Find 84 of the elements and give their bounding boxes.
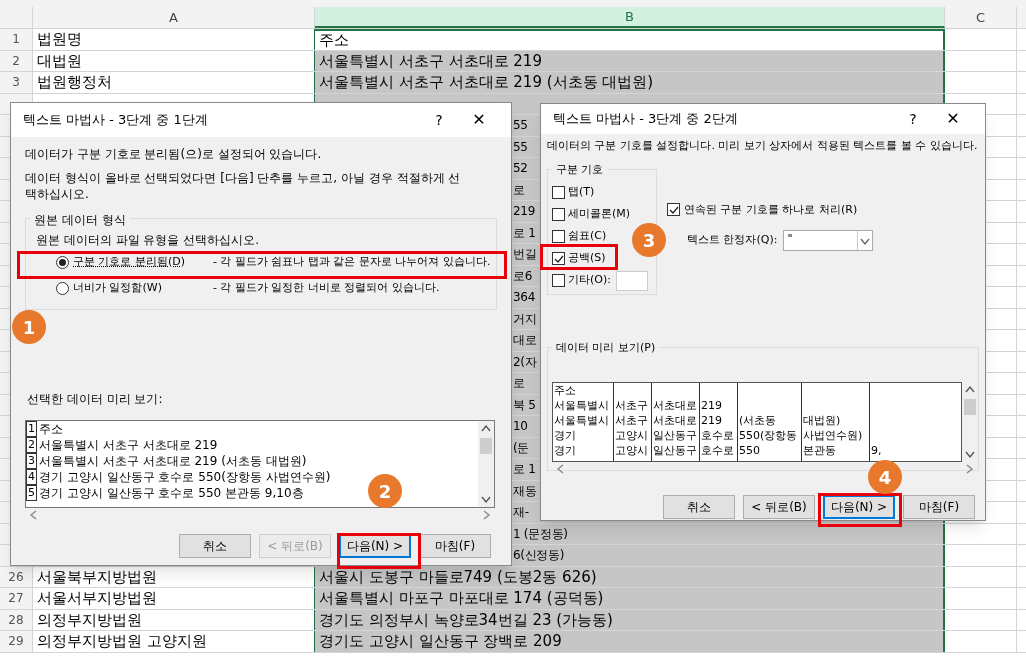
- preview-cell: 서초구: [615, 413, 648, 427]
- scrollbar-thumb[interactable]: [480, 438, 492, 454]
- preview-cell: 본관동: [803, 443, 836, 457]
- preview-cell: 서초대로: [653, 413, 697, 427]
- qualifier-dropdown[interactable]: ": [783, 230, 874, 251]
- preview-cell: 일산동구: [653, 443, 697, 457]
- checkmark-icon: [553, 253, 564, 264]
- table-cell: 경기도 고양시 일산동구 장백로 209: [315, 631, 945, 652]
- table-cell: 주소: [315, 29, 945, 50]
- line-number: 3: [26, 453, 37, 469]
- column-header[interactable]: C: [945, 7, 1017, 28]
- dialog-button[interactable]: < 뒤로(B): [743, 494, 815, 519]
- table-cell: 서울특별시 서초구 서초대로 219 (서초동 대법원): [315, 72, 945, 93]
- checkbox[interactable]: [552, 186, 565, 199]
- preview-cell: 주소: [554, 383, 576, 397]
- checkbox-label[interactable]: 연속된 구분 기호를 하나로 처리(R): [684, 201, 858, 218]
- preview-cell: 고양시: [615, 443, 648, 457]
- row-header[interactable]: 27: [0, 588, 33, 609]
- preview-cell: 9,: [871, 443, 882, 457]
- dialog-button[interactable]: 마침(F): [419, 534, 491, 558]
- preview-cell: 대법원): [803, 413, 841, 427]
- checkbox-label[interactable]: 세미콜론(M): [568, 206, 631, 223]
- preview-line: 서울특별시 서초구 서초대로 219 (서초동 대법원): [39, 453, 307, 469]
- line-number: 1: [26, 421, 37, 437]
- table-cell: 서울특별시 마포구 마포대로 174 (공덕동): [315, 588, 945, 609]
- row-header[interactable]: 3: [0, 72, 33, 93]
- window-title: 텍스트 마법사 - 3단계 중 1단계: [23, 111, 209, 130]
- dialog-button[interactable]: 마침(F): [903, 494, 975, 519]
- group-label: 데이터 미리 보기(P): [552, 339, 660, 356]
- preview-line: 경기 고양시 일산동구 호수로 550 본관동 9,10층: [39, 485, 304, 501]
- line-number: 5: [26, 485, 37, 501]
- scroll-left-icon[interactable]: [556, 463, 566, 474]
- preview-line: 경기 고양시 일산동구 호수로 550(장항동 사법연수원): [39, 469, 331, 485]
- preview-cell: 서울특별시: [554, 398, 609, 412]
- row-header[interactable]: 26: [0, 566, 33, 587]
- row-header[interactable]: 1: [0, 29, 33, 50]
- preview-cell: (서초동: [739, 413, 777, 427]
- other-delimiter-field[interactable]: [615, 270, 648, 291]
- preview-line: 주소: [39, 421, 63, 437]
- radio-button[interactable]: [56, 255, 69, 269]
- checkbox[interactable]: [552, 230, 565, 243]
- preview-cell: 219: [701, 398, 722, 412]
- dialog-button[interactable]: 취소: [663, 494, 735, 519]
- preview-cell: 호수로: [701, 443, 734, 457]
- checkbox[interactable]: [552, 252, 565, 265]
- line-number: 2: [26, 437, 37, 453]
- preview-cell: 서초구: [615, 398, 648, 412]
- dialog-button[interactable]: 취소: [179, 534, 251, 558]
- table-cell: 경기도 의정부시 녹양로34번길 23 (가능동): [315, 609, 945, 630]
- group-label: 구분 기호: [552, 161, 608, 178]
- scroll-right-icon[interactable]: [964, 463, 974, 474]
- option-label[interactable]: 너비가 일정함(W): [73, 279, 213, 297]
- scroll-up-icon[interactable]: [965, 384, 975, 395]
- column-header[interactable]: B: [315, 7, 945, 28]
- row-header[interactable]: 28: [0, 609, 33, 630]
- preview-cell: 경기: [554, 443, 576, 457]
- preview-cell: 서초대로: [653, 398, 697, 412]
- table-cell: 서울특별시 서초구 서초대로 219: [315, 50, 945, 71]
- checkmark-icon: [668, 204, 679, 215]
- preview-cell: 550: [739, 443, 760, 457]
- dialog-button[interactable]: 다음(N) >: [823, 494, 895, 519]
- prompt-text: 원본 데이터의 파일 유형을 선택하십시오.: [36, 232, 261, 249]
- scroll-right-icon[interactable]: [481, 510, 491, 520]
- checkbox[interactable]: [667, 203, 680, 217]
- preview-cell: 서울특별시: [554, 413, 609, 427]
- checkbox-label[interactable]: 탭(T): [568, 184, 595, 201]
- checkbox-label[interactable]: 공백(S): [568, 250, 606, 267]
- preview-label: 선택한 데이터 미리 보기:: [27, 391, 164, 408]
- row-header[interactable]: 29: [0, 631, 33, 652]
- scrollbar[interactable]: [478, 421, 494, 507]
- checkbox[interactable]: [552, 208, 565, 221]
- preview-line: 서울특별시 서초구 서초대로 219: [39, 437, 218, 453]
- checkbox-label[interactable]: 쉼표(C): [568, 228, 607, 245]
- scroll-down-icon[interactable]: [481, 494, 491, 504]
- scroll-up-icon[interactable]: [481, 424, 491, 434]
- checkbox[interactable]: [552, 274, 565, 287]
- preview-cell: 219: [701, 413, 722, 427]
- checkbox-label[interactable]: 기타(O):: [568, 272, 611, 289]
- scroll-left-icon[interactable]: [29, 510, 39, 520]
- radio-button[interactable]: [56, 281, 69, 295]
- option-label[interactable]: 구분 기호로 분리됨(D): [73, 253, 213, 271]
- row-header[interactable]: 2: [0, 50, 33, 71]
- scrollbar-thumb[interactable]: [964, 398, 976, 415]
- line-number: 4: [26, 469, 37, 485]
